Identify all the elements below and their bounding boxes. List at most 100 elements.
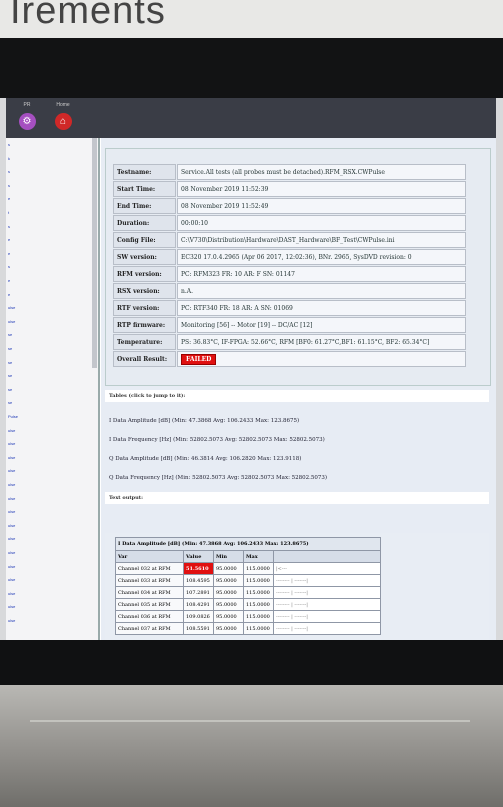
table-link[interactable]: Q Data Frequency [Hz] (Min: 52802.5073 A… <box>109 475 327 481</box>
test-info-table: Testname: Service.All tests (all probes m… <box>112 163 467 368</box>
sidebar-scrollbar[interactable] <box>92 138 97 368</box>
info-value: PC: RTF340 FR: 18 AR: A SN: 01069 <box>177 300 466 316</box>
sidebar-item[interactable]: t <box>8 210 9 215</box>
backdrop-brand-text: Irements <box>10 0 166 32</box>
info-key: Testname: <box>113 164 176 180</box>
range-bar-cell: -------- | -------| <box>273 622 381 635</box>
toolbar-button-pr[interactable]: PR ⚙ <box>12 102 42 136</box>
range-bar-cell: -------- | -------| <box>273 610 381 623</box>
channel-cell: Channel 033 at RFM <box>115 574 184 587</box>
text-output-heading: Text output: <box>105 492 489 504</box>
channel-cell: Channel 034 at RFM <box>115 586 184 599</box>
tables-heading: Tables (click to jump to it): <box>105 390 489 402</box>
sidebar-item[interactable]: ulse <box>8 604 15 609</box>
sidebar-item[interactable]: s <box>8 142 10 147</box>
sidebar-item[interactable]: s <box>8 224 10 229</box>
max-cell: 115.0000 <box>243 586 274 599</box>
info-value: n.A. <box>177 283 466 299</box>
info-row: Temperature: PS: 36.83°C, IF-FPGA: 52.66°… <box>113 334 466 350</box>
sidebar-item[interactable]: s <box>8 264 10 269</box>
column-header: Value <box>183 550 214 563</box>
range-bar-cell: -------- | -------| <box>273 598 381 611</box>
max-cell: 115.0000 <box>243 610 274 623</box>
table-link[interactable]: I Data Frequency [Hz] (Min: 52802.5073 A… <box>109 437 325 443</box>
table-link[interactable]: Q Data Amplitude [dB] (Min: 46.3814 Avg:… <box>109 456 301 462</box>
info-row: Duration: 00:00:10 <box>113 215 466 231</box>
info-key: SW version: <box>113 249 176 265</box>
sidebar-item[interactable]: se <box>8 373 12 378</box>
value-cell: 108.5591 <box>183 622 214 635</box>
sidebar-item[interactable]: ulse <box>8 428 15 433</box>
sidebar-item[interactable]: se <box>8 332 12 337</box>
sidebar-item[interactable]: ulse <box>8 536 15 541</box>
channel-cell: Channel 037 at RFM <box>115 622 184 635</box>
sidebar-item[interactable]: se <box>8 400 12 405</box>
info-value: C:\V730\Distribution\Hardware\DAST_Hardw… <box>177 232 466 248</box>
range-bar-cell: -------- | -------| <box>273 574 381 587</box>
value-cell: 108.4291 <box>183 598 214 611</box>
min-cell: 95.0000 <box>213 574 244 587</box>
info-key: RTF version: <box>113 300 176 316</box>
sidebar-item[interactable]: ulse <box>8 550 15 555</box>
toolbar-button-label: PR <box>23 102 31 108</box>
min-cell: 95.0000 <box>213 562 244 575</box>
table-link[interactable]: I Data Amplitude [dB] (Min: 47.3868 Avg:… <box>109 418 299 424</box>
sidebar-item[interactable]: ulse <box>8 319 15 324</box>
info-key: RTP firmware: <box>113 317 176 333</box>
sidebar-item[interactable]: se <box>8 346 12 351</box>
monitor-bezel-top <box>0 38 503 98</box>
sidebar-item[interactable]: k <box>8 156 10 161</box>
sidebar-item[interactable]: ulse <box>8 577 15 582</box>
min-cell: 95.0000 <box>213 586 244 599</box>
sidebar-item[interactable]: ulse <box>8 455 15 460</box>
monitor-stand <box>0 685 503 807</box>
channel-cell: Channel 032 at RFM <box>115 562 184 575</box>
settings-icon: ⚙ <box>18 113 36 130</box>
sidebar-item[interactable]: ulse <box>8 305 15 310</box>
info-value: PC: RFM323 FR: 10 AR: F SN: 01147 <box>177 266 466 282</box>
table-header-row: Var Value Min Max <box>115 550 381 563</box>
sidebar-item[interactable]: e <box>8 196 10 201</box>
sidebar-item[interactable]: e <box>8 237 10 242</box>
min-cell: 95.0000 <box>213 622 244 635</box>
sidebar-item[interactable]: se <box>8 360 12 365</box>
table-caption: I Data Amplitude [dB] (Min: 47.3868 Avg:… <box>115 537 381 551</box>
sidebar-item[interactable]: ulse <box>8 496 15 501</box>
table-caption-row: I Data Amplitude [dB] (Min: 47.3868 Avg:… <box>115 537 381 551</box>
sidebar-item[interactable]: ulse <box>8 509 15 514</box>
data-table-panel: I Data Amplitude [dB] (Min: 47.3868 Avg:… <box>105 533 489 640</box>
sidebar-item[interactable]: se <box>8 387 12 392</box>
info-value: 08 November 2019 11:52:39 <box>177 181 466 197</box>
sidebar-item[interactable]: ulse <box>8 591 15 596</box>
sidebar-item[interactable]: s <box>8 169 10 174</box>
toolbar-button-home[interactable]: Home ⌂ <box>48 102 78 136</box>
range-bar-cell: |<--- <box>273 562 381 575</box>
sidebar-item[interactable]: e <box>8 278 10 283</box>
sidebar-item[interactable]: s <box>8 183 10 188</box>
info-key: RFM version: <box>113 266 176 282</box>
monitor-bezel-bottom <box>0 640 503 685</box>
table-row: Channel 035 at RFM 108.4291 95.0000 115.000… <box>115 598 381 611</box>
max-cell: 115.0000 <box>243 574 274 587</box>
info-value: EC320 17.0.4.2965 (Apr 06 2017, 12:02:36… <box>177 249 466 265</box>
report-content: Testname: Service.All tests (all probes m… <box>101 138 496 640</box>
sidebar-item[interactable]: e <box>8 292 10 297</box>
sidebar-item[interactable]: ulse <box>8 441 15 446</box>
sidebar-item[interactable]: Pulse <box>8 414 18 419</box>
info-key: RSX version: <box>113 283 176 299</box>
info-value: Service.All tests (all probes must be de… <box>177 164 466 180</box>
sidebar-item[interactable]: ulse <box>8 482 15 487</box>
info-row: RTP firmware: Monitoring [56] -- Motor [1… <box>113 317 466 333</box>
sidebar-item[interactable]: e <box>8 251 10 256</box>
info-row: Config File: C:\V730\Distribution\Hardwar… <box>113 232 466 248</box>
sidebar-item[interactable]: ulse <box>8 564 15 569</box>
column-header: Max <box>243 550 274 563</box>
sidebar-item[interactable]: ulse <box>8 618 15 623</box>
sidebar-item[interactable]: ulse <box>8 468 15 473</box>
max-cell: 115.0000 <box>243 598 274 611</box>
min-cell: 95.0000 <box>213 610 244 623</box>
toolbar-button-label: Home <box>56 102 70 108</box>
home-icon: ⌂ <box>54 113 72 130</box>
sidebar-item[interactable]: ulse <box>8 523 15 528</box>
table-row: Channel 036 at RFM 109.0826 95.0000 115.000… <box>115 610 381 623</box>
